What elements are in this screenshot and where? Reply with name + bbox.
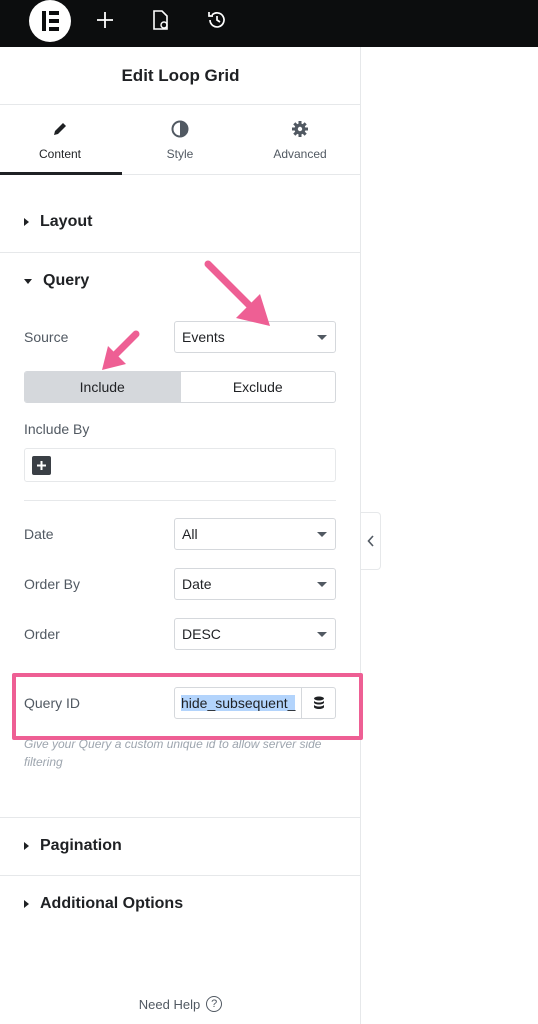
tab-advanced[interactable]: Advanced	[240, 105, 360, 175]
plus-icon[interactable]	[90, 6, 120, 34]
date-select[interactable]: All	[174, 518, 336, 550]
date-label: Date	[24, 526, 54, 542]
order-by-select[interactable]: Date	[174, 568, 336, 600]
chevron-left-icon	[366, 535, 374, 547]
date-select-value: All	[182, 526, 198, 542]
layout-section-label: Layout	[40, 213, 93, 230]
caret-right-icon	[24, 900, 29, 908]
need-help-link[interactable]: Need Help ?	[0, 996, 361, 1012]
source-label: Source	[24, 329, 69, 345]
annotation-arrow-icon	[102, 330, 140, 370]
include-exclude-switch: Include Exclude	[24, 371, 336, 403]
include-by-label: Include By	[24, 421, 90, 437]
editor-panel: Edit Loop Grid Content Style Advanced La…	[0, 47, 361, 1024]
panel-title: Edit Loop Grid	[0, 47, 361, 105]
tab-content[interactable]: Content	[0, 105, 120, 175]
pagination-section-header[interactable]: Pagination	[24, 837, 122, 855]
tab-content-label: Content	[38, 147, 82, 161]
section-additional-options: Additional Options	[0, 876, 361, 934]
annotation-arrow-icon	[204, 260, 270, 326]
chevron-down-icon	[317, 582, 327, 587]
order-label: Order	[24, 626, 60, 642]
query-id-help: Give your Query a custom unique id to al…	[24, 737, 322, 769]
page-settings-icon[interactable]	[146, 6, 176, 34]
tab-advanced-label: Advanced	[273, 147, 327, 161]
order-select-value: DESC	[182, 626, 221, 642]
chevron-down-icon	[317, 335, 327, 340]
include-option[interactable]: Include	[25, 372, 180, 402]
query-section-header[interactable]: Query	[24, 272, 89, 290]
elementor-logo-icon[interactable]	[29, 0, 71, 42]
preview-canvas	[362, 47, 538, 1024]
caret-down-icon	[24, 278, 32, 284]
exclude-option[interactable]: Exclude	[179, 372, 336, 402]
pagination-section-label: Pagination	[40, 837, 122, 854]
top-bar	[0, 0, 538, 47]
gear-icon	[290, 119, 310, 139]
additional-options-section-header[interactable]: Additional Options	[24, 895, 183, 913]
order-by-label: Order By	[24, 576, 81, 592]
layout-section-header[interactable]: Layout	[24, 213, 92, 231]
section-layout: Layout	[0, 175, 361, 253]
add-include-icon[interactable]	[32, 456, 51, 475]
pencil-icon	[50, 119, 70, 139]
additional-options-section-label: Additional Options	[40, 895, 184, 912]
tab-style-label: Style	[166, 147, 194, 161]
order-by-select-value: Date	[182, 576, 212, 592]
collapse-panel-button[interactable]	[361, 512, 381, 570]
half-circle-icon	[170, 119, 190, 139]
caret-right-icon	[24, 218, 29, 226]
include-by-field[interactable]	[24, 448, 336, 482]
order-select[interactable]: DESC	[174, 618, 336, 650]
chevron-down-icon	[317, 632, 327, 637]
query-section-label: Query	[43, 272, 90, 289]
need-help-label: Need Help	[138, 996, 201, 1012]
chevron-down-icon	[317, 532, 327, 537]
query-id-highlight-box	[12, 673, 363, 740]
tab-style[interactable]: Style	[120, 105, 240, 175]
section-pagination: Pagination	[0, 818, 361, 876]
question-icon: ?	[206, 996, 223, 1012]
caret-right-icon	[24, 842, 29, 850]
history-icon[interactable]	[202, 6, 232, 34]
divider	[24, 500, 336, 501]
panel-tabs: Content Style Advanced	[0, 105, 361, 175]
